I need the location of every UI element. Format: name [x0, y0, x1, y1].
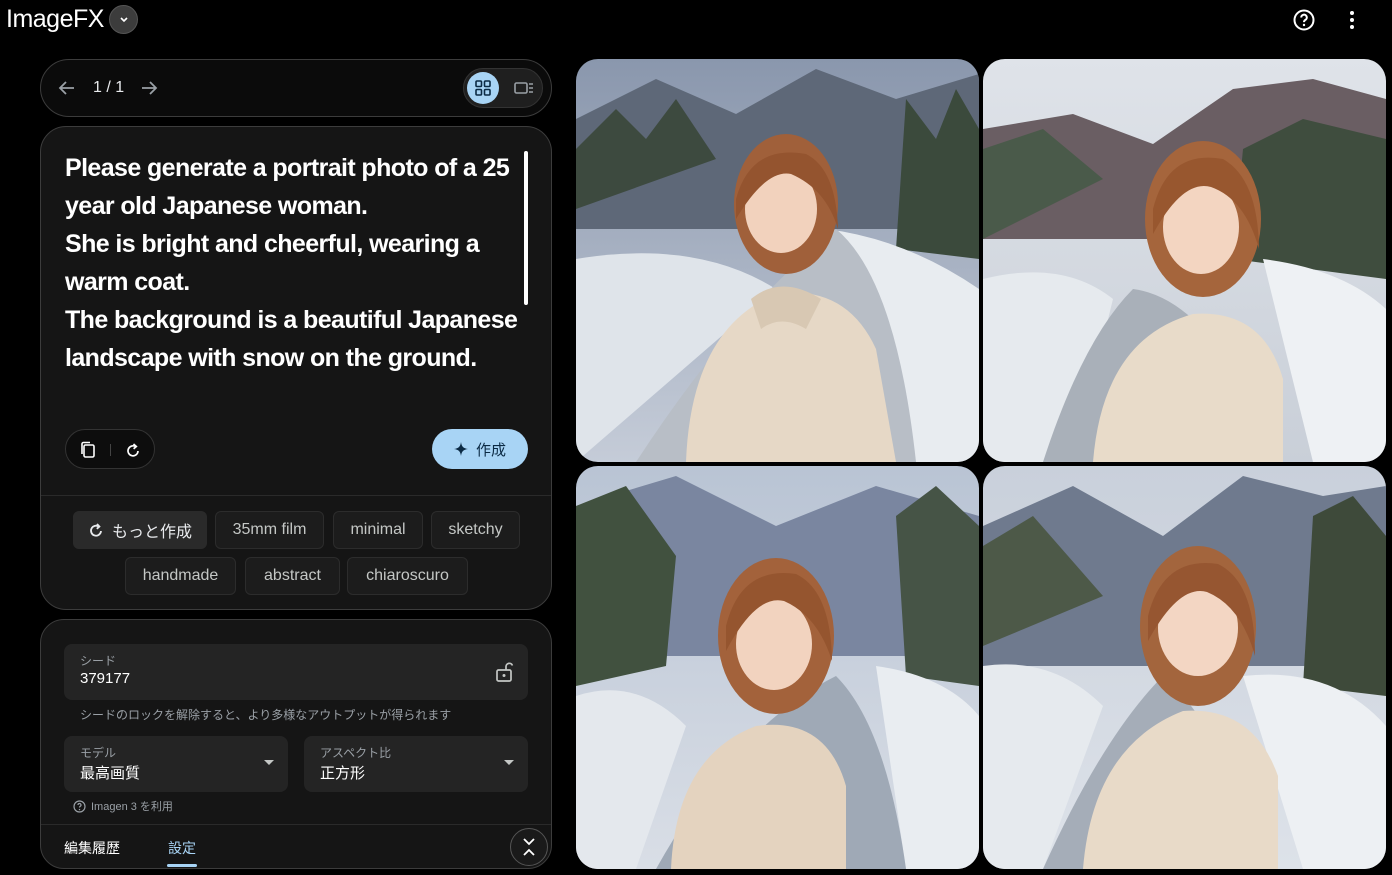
more-vert-icon: [1350, 11, 1354, 29]
collapse-button[interactable]: [510, 828, 548, 866]
seed-hint: シードのロックを解除すると、より多様なアウトプットが得られます: [80, 708, 452, 722]
create-button-label: 作成: [475, 441, 506, 459]
collapse-icon: [523, 838, 535, 856]
help-icon: [1293, 9, 1315, 31]
more-create-chip[interactable]: もっと作成: [73, 511, 207, 549]
prompt-scrollbar[interactable]: [524, 151, 528, 305]
dropdown-caret-icon: [504, 760, 514, 765]
top-bar: ImageFX: [0, 0, 1392, 40]
help-button[interactable]: [1290, 6, 1318, 34]
chevron-down-icon: [119, 16, 128, 22]
generated-image-1[interactable]: [576, 59, 979, 462]
view-mode-toggle: [463, 68, 543, 108]
model-select[interactable]: モデル 最高画質: [64, 736, 288, 792]
refresh-icon: [90, 523, 102, 537]
seed-label: シード: [80, 654, 117, 668]
style-chip[interactable]: 35mm film: [215, 511, 324, 549]
app-title: ImageFX: [6, 5, 104, 33]
copy-icon: [81, 441, 95, 458]
portrait-image: [983, 59, 1386, 462]
model-value: 最高画質: [80, 765, 141, 782]
arrow-left-icon: [58, 81, 74, 95]
generated-image-2[interactable]: [983, 59, 1386, 462]
sparkle-icon: [453, 442, 468, 456]
create-button[interactable]: 作成: [432, 429, 528, 469]
grid-icon: [475, 80, 491, 96]
settings-divider: [41, 824, 551, 825]
style-chip[interactable]: minimal: [333, 511, 423, 549]
tab-history[interactable]: 編集履歴: [64, 838, 120, 858]
seed-value[interactable]: 379177: [80, 670, 130, 687]
style-chip[interactable]: abstract: [245, 557, 340, 595]
app-switcher-button[interactable]: [109, 5, 138, 34]
portrait-image: [983, 466, 1386, 869]
seed-lock-button[interactable]: [492, 660, 516, 684]
portrait-image: [576, 466, 979, 869]
seed-field[interactable]: シード 379177: [64, 644, 528, 700]
generated-image-3[interactable]: [576, 466, 979, 869]
settings-card: シード 379177 シードのロックを解除すると、より多様なアウトプットが得られ…: [40, 619, 552, 869]
help-icon: [73, 799, 86, 813]
prompt-actions: [65, 429, 155, 469]
arrow-right-icon: [142, 81, 158, 95]
generated-image-4[interactable]: [983, 466, 1386, 869]
single-view-button[interactable]: [508, 72, 540, 104]
more-options-button[interactable]: [1338, 6, 1366, 34]
more-create-label: もっと作成: [111, 524, 192, 541]
previous-button[interactable]: [55, 76, 79, 100]
card-divider: [41, 495, 551, 496]
carousel-icon: [514, 82, 533, 94]
imagen-note: Imagen 3 を利用: [73, 798, 173, 814]
actions-divider: [110, 444, 111, 456]
grid-view-button[interactable]: [467, 72, 499, 104]
unlock-icon: [496, 662, 514, 682]
prompt-text[interactable]: Please generate a portrait photo of a 25…: [65, 149, 521, 377]
prompt-card: Please generate a portrait photo of a 25…: [40, 126, 552, 610]
style-chip[interactable]: chiaroscuro: [347, 557, 468, 595]
style-chip[interactable]: sketchy: [431, 511, 520, 549]
imagen-note-text: Imagen 3 を利用: [91, 801, 173, 813]
next-button[interactable]: [137, 76, 161, 100]
active-tab-indicator: [167, 864, 197, 867]
reset-button[interactable]: [121, 438, 145, 462]
page-count: 1 / 1: [93, 79, 125, 96]
refresh-icon: [127, 443, 139, 457]
dropdown-caret-icon: [264, 760, 274, 765]
tab-settings[interactable]: 設定: [168, 838, 196, 858]
aspect-label: アスペクト比: [320, 746, 392, 760]
style-chip[interactable]: handmade: [125, 557, 236, 595]
aspect-ratio-select[interactable]: アスペクト比 正方形: [304, 736, 528, 792]
model-label: モデル: [80, 746, 117, 760]
aspect-value: 正方形: [320, 765, 366, 782]
portrait-image: [576, 59, 979, 462]
copy-button[interactable]: [76, 438, 100, 462]
result-pager: 1 / 1: [40, 59, 552, 117]
